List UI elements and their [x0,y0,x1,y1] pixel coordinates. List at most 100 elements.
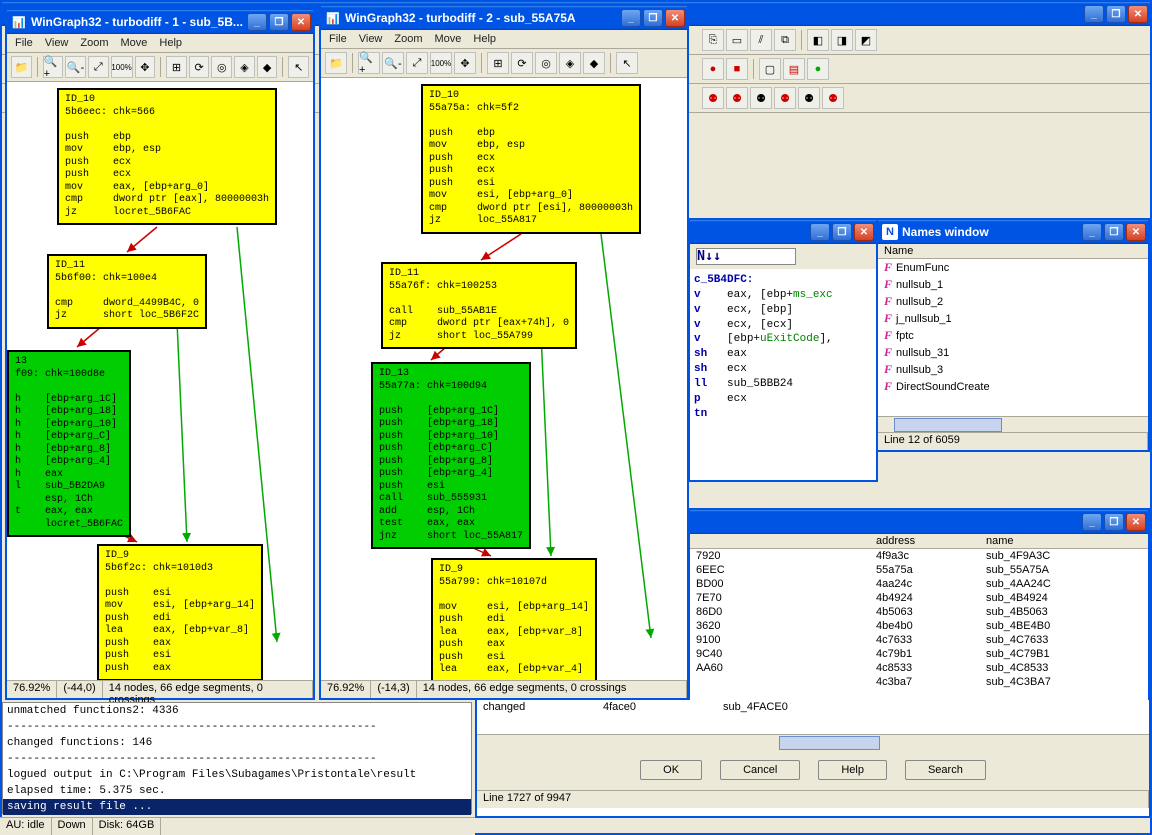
main-minimize-button[interactable]: _ [1084,5,1104,23]
minimize-button[interactable]: _ [1082,513,1102,531]
result-row[interactable]: BD004aa24csub_4AA24C [690,577,1148,591]
col-name[interactable]: name [980,534,1148,548]
main-maximize-button[interactable]: ❐ [1106,5,1126,23]
zoom-out-icon[interactable]: 🔍- [65,56,86,78]
names-list[interactable]: Name FEnumFuncFnullsub_1Fnullsub_2Fj_nul… [878,244,1148,416]
names-header[interactable]: Name [878,244,1148,258]
wingraph2-canvas[interactable]: ID_10 55a75a: chk=5f2 push ebp mov ebp, … [321,78,687,680]
zoom-in-icon[interactable]: 🔍+ [43,56,64,78]
names-row[interactable]: Fnullsub_31 [878,344,1148,361]
toolbar-btn[interactable]: ▢ [759,58,781,80]
maximize-button[interactable]: ❐ [1104,223,1124,241]
menu-help[interactable]: Help [473,33,496,45]
result-row[interactable]: 6EEC55a75asub_55A75A [690,563,1148,577]
zoom-out-icon[interactable]: 🔍- [382,52,404,74]
toolbar-btn[interactable]: ◨ [831,29,853,51]
menu-zoom[interactable]: Zoom [80,37,108,49]
maximize-button[interactable]: ❐ [832,223,852,241]
minimize-button[interactable]: _ [621,9,641,27]
result-row[interactable]: changed4face0sub_4FACE0 [477,700,1149,714]
help-button[interactable]: Help [818,760,887,780]
menu-file[interactable]: File [15,37,33,49]
close-button[interactable]: ✕ [291,13,311,31]
toolbar-btn[interactable]: ◧ [807,29,829,51]
search-button[interactable]: Search [905,760,986,780]
nav-icon[interactable]: ◆ [257,56,278,78]
menu-view[interactable]: View [45,37,69,49]
close-button[interactable]: ✕ [665,9,685,27]
toolbar-btn[interactable]: ▤ [783,58,805,80]
names-row[interactable]: FEnumFunc [878,259,1148,276]
wingraph1-menubar[interactable]: FileViewZoomMoveHelp [7,34,313,53]
menu-view[interactable]: View [359,33,383,45]
maximize-button[interactable]: ❐ [1104,513,1124,531]
toolbar-btn[interactable]: ⚉ [702,87,724,109]
open-icon[interactable]: 📁 [11,56,32,78]
result-row[interactable]: 7E704b4924sub_4B4924 [690,591,1148,605]
layout-icon[interactable]: ⊞ [166,56,187,78]
zoom-100-icon[interactable]: 100% [111,56,133,78]
fit-icon[interactable]: ⤢ [406,52,428,74]
result-row[interactable]: 86D04b5063sub_4B5063 [690,605,1148,619]
center-icon[interactable]: ✥ [135,56,156,78]
toolbar-btn[interactable]: ⚉ [822,87,844,109]
cancel-button[interactable]: Cancel [720,760,800,780]
results-big-list[interactable]: changed4face0sub_4FACE0 [477,700,1149,734]
wingraph2-menubar[interactable]: FileViewZoomMoveHelp [321,30,687,49]
fit-icon[interactable]: ⤢ [88,56,109,78]
col-address[interactable]: address [870,534,980,548]
minimize-button[interactable]: _ [1082,223,1102,241]
minimize-button[interactable]: _ [247,13,267,31]
refresh-icon[interactable]: ⟳ [511,52,533,74]
results-hscroll[interactable] [477,734,1149,750]
refresh-icon[interactable]: ⟳ [189,56,210,78]
nav-icon[interactable]: ◆ [583,52,605,74]
toolbar-btn[interactable]: ⚉ [774,87,796,109]
wingraph1-canvas[interactable]: ID_10 5b6eec: chk=566 push ebp mov ebp, … [7,82,313,680]
names-row[interactable]: FDirectSoundCreate [878,378,1148,395]
graph-node-id10[interactable]: ID_10 55a75a: chk=5f2 push ebp mov ebp, … [421,84,641,234]
toolbar-btn[interactable]: ⚉ [726,87,748,109]
graph-node-id9[interactable]: ID_9 5b6f2c: chk=1010d3 push esi mov esi… [97,544,263,680]
graph-node-id9[interactable]: ID_9 55a799: chk=10107d mov esi, [ebp+ar… [431,558,597,680]
pointer-icon[interactable]: ↖ [616,52,638,74]
result-row[interactable]: 79204f9a3csub_4F9A3C [690,549,1148,563]
open-icon[interactable]: 📁 [325,52,347,74]
graph-node-id10[interactable]: ID_10 5b6eec: chk=566 push ebp mov ebp, … [57,88,277,225]
result-row[interactable]: AA604c8533sub_4C8533 [690,661,1148,675]
graph-node-id11[interactable]: ID_11 5b6f00: chk=100e4 cmp dword_4499B4… [47,254,207,329]
zoom-in-icon[interactable]: 🔍+ [358,52,380,74]
close-button[interactable]: ✕ [1126,513,1146,531]
layout-icon[interactable]: ⊞ [487,52,509,74]
menu-move[interactable]: Move [121,37,148,49]
names-row[interactable]: Fnullsub_1 [878,276,1148,293]
close-button[interactable]: ✕ [854,223,874,241]
disasm-text[interactable]: c_5B4DFC: v eax, [ebp+ms_exc v ecx, [ebp… [690,269,876,425]
names-row[interactable]: Fnullsub_2 [878,293,1148,310]
maximize-button[interactable]: ❐ [643,9,663,27]
graph-node-id11[interactable]: ID_11 55a76f: chk=100253 call sub_55AB1E… [381,262,577,349]
zoom-100-icon[interactable]: 100% [430,52,452,74]
center-icon[interactable]: ✥ [454,52,476,74]
toolbar-btn[interactable]: ⚉ [798,87,820,109]
target-icon[interactable]: ◎ [211,56,232,78]
result-row[interactable]: 9C404c79b1sub_4C79B1 [690,647,1148,661]
names-row[interactable]: Ffptc [878,327,1148,344]
toolbar-btn[interactable]: ⚉ [750,87,772,109]
close-button[interactable]: ✕ [1126,223,1146,241]
toolbar-btn[interactable]: ⫽ [750,29,772,51]
nav-icon[interactable]: ◈ [234,56,255,78]
pointer-icon[interactable]: ↖ [288,56,309,78]
graph-node-id13[interactable]: 13 f09: chk=100d8e h [ebp+arg_1C] h [ebp… [7,350,131,537]
toolbar-btn[interactable]: ⧉ [774,29,796,51]
names-row[interactable]: Fnullsub_3 [878,361,1148,378]
ok-button[interactable]: OK [640,760,702,780]
main-close-button[interactable]: ✕ [1128,5,1148,23]
result-row[interactable]: 91004c7633sub_4C7633 [690,633,1148,647]
toolbar-btn[interactable]: ⎘ [702,29,724,51]
nav-icon[interactable]: ◈ [559,52,581,74]
menu-file[interactable]: File [329,33,347,45]
maximize-button[interactable]: ❐ [269,13,289,31]
menu-move[interactable]: Move [435,33,462,45]
names-hscroll[interactable] [878,416,1148,432]
